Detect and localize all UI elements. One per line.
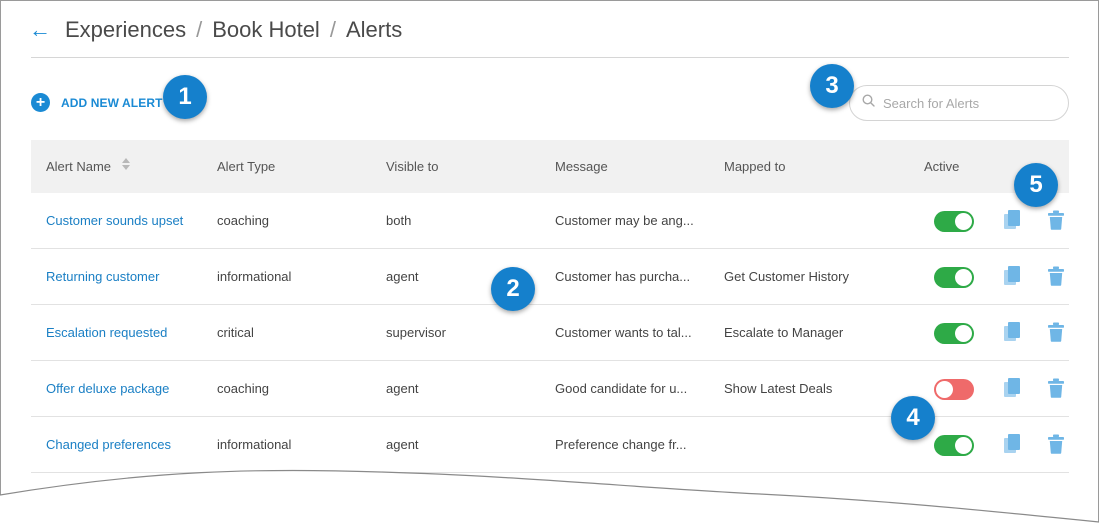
visible-to-cell: agent bbox=[386, 437, 419, 452]
message-cell: Customer has purcha... bbox=[555, 269, 691, 284]
active-toggle[interactable] bbox=[934, 323, 974, 344]
alert-type-cell: critical bbox=[217, 325, 254, 340]
alert-type-cell: informational bbox=[217, 269, 292, 284]
trash-icon[interactable] bbox=[1047, 322, 1065, 342]
alert-name-link[interactable]: Customer sounds upset bbox=[46, 193, 183, 248]
breadcrumb-separator: / bbox=[329, 17, 336, 42]
column-header-label: Alert Name bbox=[46, 159, 112, 174]
message-cell: Customer wants to tal... bbox=[555, 325, 692, 340]
alert-name-link[interactable]: Escalation requested bbox=[46, 305, 167, 360]
message-cell: Good candidate for u... bbox=[555, 381, 688, 396]
mapped-to-cell: Get Customer History bbox=[724, 269, 849, 284]
breadcrumb-item-book-hotel[interactable]: Book Hotel bbox=[212, 17, 320, 43]
alert-name-link[interactable]: Offer deluxe package bbox=[46, 361, 169, 416]
visible-to-cell: both bbox=[386, 213, 412, 228]
mapped-to-cell: Escalate to Manager bbox=[724, 325, 844, 340]
page-title: Alerts bbox=[345, 17, 403, 42]
active-toggle[interactable] bbox=[934, 435, 974, 456]
column-header-alert-type: Alert Type bbox=[217, 159, 276, 174]
toggle-knob bbox=[955, 213, 972, 230]
breadcrumb: ← Experiences / Book Hotel / Alerts bbox=[29, 15, 402, 45]
copy-icon[interactable] bbox=[1003, 209, 1023, 231]
alert-type-cell: coaching bbox=[217, 213, 270, 228]
search-input[interactable] bbox=[881, 94, 1055, 112]
table-row: Customer sounds upset coaching both Cust… bbox=[31, 193, 1069, 249]
add-new-alert-button[interactable]: + ADD NEW ALERT bbox=[31, 93, 163, 112]
active-toggle[interactable] bbox=[934, 211, 974, 232]
alert-type-cell: informational bbox=[217, 437, 292, 452]
callout-badge: 5 bbox=[1014, 163, 1058, 207]
active-toggle[interactable] bbox=[934, 267, 974, 288]
plus-circle-icon: + bbox=[31, 93, 50, 112]
breadcrumb-item-experiences[interactable]: Experiences bbox=[65, 17, 186, 43]
toggle-knob bbox=[955, 325, 972, 342]
copy-icon[interactable] bbox=[1003, 321, 1023, 343]
alert-name-link[interactable]: Returning customer bbox=[46, 249, 159, 304]
copy-icon[interactable] bbox=[1003, 433, 1023, 455]
toggle-knob bbox=[955, 437, 972, 454]
trash-icon[interactable] bbox=[1047, 434, 1065, 454]
column-header-active: Active bbox=[924, 159, 960, 174]
table-row: Returning customer informational agent C… bbox=[31, 249, 1069, 305]
visible-to-cell: supervisor bbox=[386, 325, 446, 340]
toggle-knob bbox=[936, 381, 953, 398]
toggle-knob bbox=[955, 269, 972, 286]
visible-to-cell: agent bbox=[386, 269, 419, 284]
app-frame: ← Experiences / Book Hotel / Alerts + AD… bbox=[0, 0, 1099, 525]
message-cell: Preference change fr... bbox=[555, 437, 687, 452]
active-toggle[interactable] bbox=[934, 379, 974, 400]
trash-icon[interactable] bbox=[1047, 378, 1065, 398]
copy-icon[interactable] bbox=[1003, 265, 1023, 287]
column-header-alert-name[interactable]: Alert Name bbox=[46, 140, 131, 193]
copy-icon[interactable] bbox=[1003, 377, 1023, 399]
column-header-visible-to: Visible to bbox=[386, 159, 439, 174]
alert-type-cell: coaching bbox=[217, 381, 270, 396]
column-header-message: Message bbox=[555, 159, 608, 174]
breadcrumb-separator: / bbox=[196, 17, 203, 42]
add-new-alert-label: ADD NEW ALERT bbox=[61, 95, 163, 110]
callout-badge: 1 bbox=[163, 75, 207, 119]
trash-icon[interactable] bbox=[1047, 210, 1065, 230]
callout-badge: 4 bbox=[891, 396, 935, 440]
header-divider bbox=[31, 57, 1069, 58]
visible-to-cell: agent bbox=[386, 381, 419, 396]
alert-name-link[interactable]: Changed preferences bbox=[46, 417, 171, 472]
table-row: Escalation requested critical supervisor… bbox=[31, 305, 1069, 361]
message-cell: Customer may be ang... bbox=[555, 213, 694, 228]
callout-badge: 2 bbox=[491, 267, 535, 311]
arrow-left-icon[interactable]: ← bbox=[29, 19, 51, 41]
column-header-mapped-to: Mapped to bbox=[724, 159, 786, 174]
trash-icon[interactable] bbox=[1047, 266, 1065, 286]
callout-badge: 3 bbox=[810, 64, 854, 108]
search-icon bbox=[862, 94, 875, 112]
sort-icon[interactable] bbox=[121, 140, 131, 193]
search-box[interactable] bbox=[849, 85, 1069, 121]
table-header: Alert Name Alert Type Visible to Message… bbox=[31, 140, 1069, 193]
mapped-to-cell: Show Latest Deals bbox=[724, 381, 833, 396]
